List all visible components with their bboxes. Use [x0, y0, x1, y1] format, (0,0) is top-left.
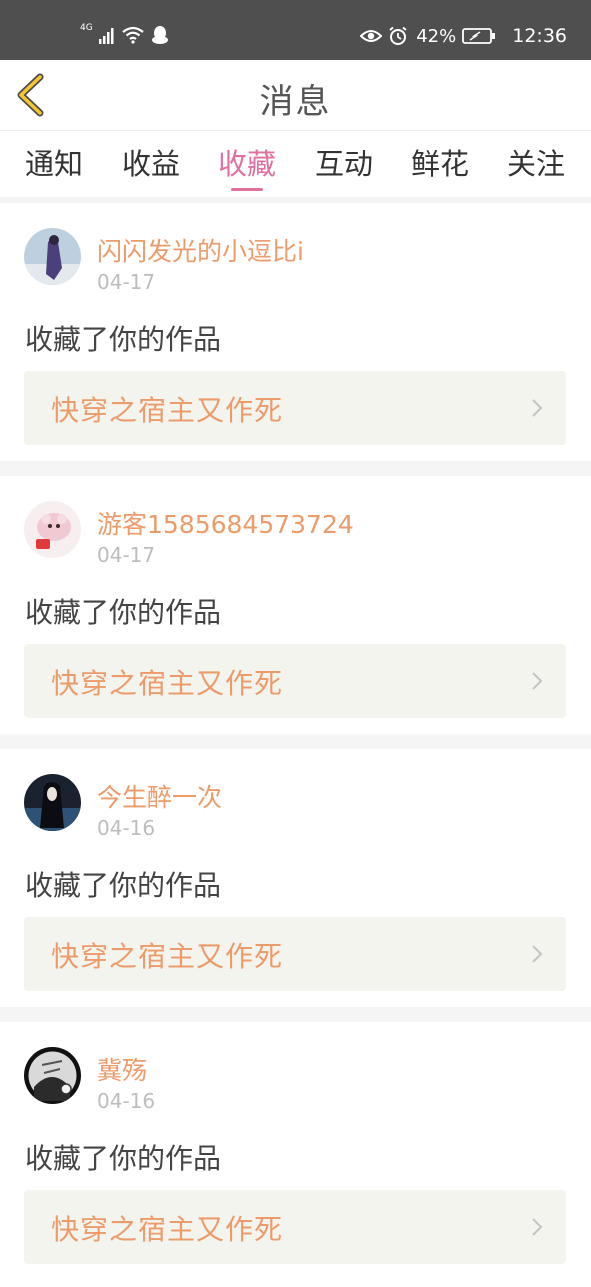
- chevron-right-icon: [532, 672, 543, 690]
- battery-icon: [462, 28, 496, 44]
- page-title: 消息: [259, 82, 332, 122]
- clock-time: 12:36: [512, 25, 567, 47]
- card-separator: [0, 734, 591, 750]
- qq-icon: [151, 26, 168, 44]
- work-link[interactable]: 快穿之宿主又作死: [24, 1190, 566, 1264]
- wifi-icon: [122, 26, 144, 44]
- work-link[interactable]: 快穿之宿主又作死: [24, 917, 566, 991]
- tab-notifications[interactable]: 通知: [14, 141, 94, 183]
- network-type: 4G: [80, 22, 93, 33]
- work-title: 快穿之宿主又作死: [51, 394, 284, 427]
- message-action: 收藏了你的作品: [25, 323, 222, 356]
- work-title: 快穿之宿主又作死: [51, 1213, 284, 1246]
- battery-percent: 42%: [416, 25, 457, 47]
- signal-icon: [98, 28, 114, 44]
- message-date: 04-17: [97, 543, 156, 567]
- tab-earnings[interactable]: 收益: [111, 141, 191, 183]
- chevron-right-icon: [532, 1218, 543, 1236]
- status-left: 4G: [80, 22, 169, 48]
- message-card: 冀殇 04-16 收藏了你的作品 快穿之宿主又作死: [0, 1022, 591, 1287]
- message-action: 收藏了你的作品: [25, 869, 222, 902]
- message-card: 今生醉一次 04-16 收藏了你的作品 快穿之宿主又作死: [0, 749, 591, 1014]
- avatar[interactable]: [24, 774, 81, 831]
- active-tab-indicator: [231, 188, 263, 191]
- work-link[interactable]: 快穿之宿主又作死: [24, 644, 566, 718]
- work-title: 快穿之宿主又作死: [51, 940, 284, 973]
- username[interactable]: 闪闪发光的小逗比i: [97, 232, 304, 268]
- avatar[interactable]: [24, 1047, 81, 1104]
- message-action: 收藏了你的作品: [25, 596, 222, 629]
- username[interactable]: 冀殇: [97, 1051, 147, 1087]
- status-bar: 4G 42% 12:36: [0, 0, 591, 60]
- tab-flowers[interactable]: 鲜花: [400, 141, 480, 183]
- tab-bar: 通知 收益 收藏 互动 鲜花 关注: [0, 131, 591, 197]
- tab-favorites[interactable]: 收藏: [207, 141, 287, 183]
- tab-follows[interactable]: 关注: [496, 141, 576, 183]
- avatar[interactable]: [24, 501, 81, 558]
- status-right: 42% 12:36: [360, 22, 567, 50]
- avatar[interactable]: [24, 228, 81, 285]
- message-card: 闪闪发光的小逗比i 04-17 收藏了你的作品 快穿之宿主又作死: [0, 203, 591, 468]
- header: 消息: [0, 60, 591, 131]
- chevron-right-icon: [532, 399, 543, 417]
- eye-icon: [360, 30, 383, 42]
- alarm-icon: [389, 26, 407, 45]
- message-date: 04-16: [97, 1089, 156, 1113]
- username[interactable]: 今生醉一次: [97, 778, 222, 814]
- tab-interactions[interactable]: 互动: [304, 141, 384, 183]
- card-separator: [0, 1007, 591, 1023]
- message-date: 04-17: [97, 270, 156, 294]
- username[interactable]: 游客1585684573724: [97, 505, 354, 541]
- work-link[interactable]: 快穿之宿主又作死: [24, 371, 566, 445]
- chevron-right-icon: [532, 945, 543, 963]
- message-action: 收藏了你的作品: [25, 1142, 222, 1175]
- work-title: 快穿之宿主又作死: [51, 667, 284, 700]
- message-date: 04-16: [97, 816, 156, 840]
- message-card: 游客1585684573724 04-17 收藏了你的作品 快穿之宿主又作死: [0, 476, 591, 741]
- card-separator: [0, 461, 591, 477]
